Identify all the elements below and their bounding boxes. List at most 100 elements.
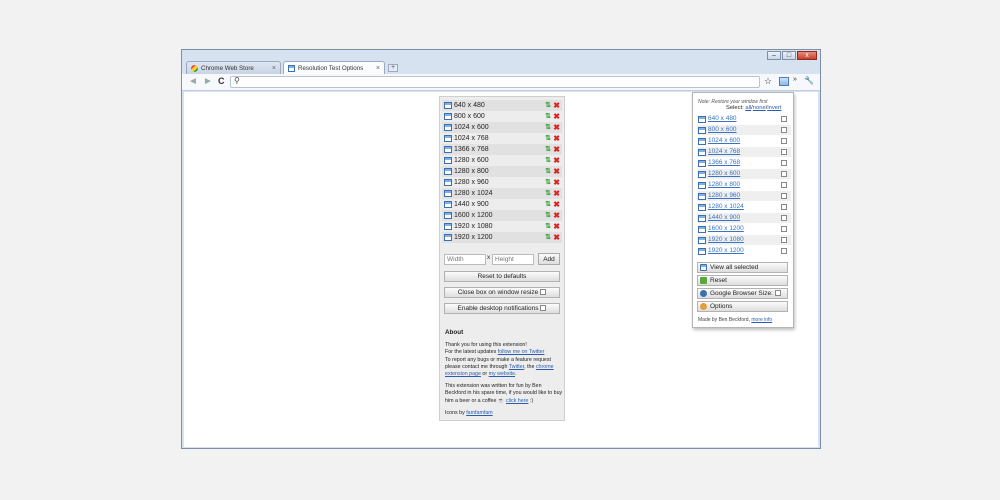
famfamfam-link[interactable]: famfamfam [466,410,493,416]
options-button[interactable]: Options [697,301,788,312]
google-browser-size-button[interactable]: Google Browser Size: [697,288,788,299]
reorder-arrows-icon[interactable]: ⇅ [545,155,551,166]
popup-resolution-row[interactable]: 1280 x 960 [697,191,791,201]
reorder-arrows-icon[interactable]: ⇅ [545,144,551,155]
popup-resolution-checkbox[interactable] [781,182,787,188]
popup-resolution-checkbox[interactable] [781,215,787,221]
popup-resolution-row[interactable]: 1280 x 800 [697,180,791,190]
address-input[interactable] [243,78,753,87]
resolution-row[interactable]: 1280 x 600 ⇅ ✖ [442,155,562,166]
popup-resolution-checkbox[interactable] [781,226,787,232]
bookmark-star-icon[interactable]: ☆ [764,76,772,87]
more-info-link[interactable]: more info [751,317,772,323]
popup-resolution-link[interactable]: 1280 x 1024 [708,203,744,210]
delete-icon[interactable]: ✖ [553,221,560,232]
popup-resolution-checkbox[interactable] [781,127,787,133]
resolution-row[interactable]: 1920 x 1080 ⇅ ✖ [442,221,562,232]
close-box-checkbox[interactable] [540,289,547,296]
resolution-row[interactable]: 1280 x 960 ⇅ ✖ [442,177,562,188]
delete-icon[interactable]: ✖ [553,199,560,210]
popup-resolution-link[interactable]: 1024 x 600 [708,137,740,144]
maximize-button[interactable]: □ [782,51,796,60]
popup-resolution-link[interactable]: 640 x 480 [708,115,737,122]
google-size-checkbox[interactable] [774,290,781,297]
address-bar[interactable]: ⚲ [230,76,760,88]
popup-resolution-link[interactable]: 1280 x 600 [708,170,740,177]
popup-resolution-checkbox[interactable] [781,149,787,155]
reorder-arrows-icon[interactable]: ⇅ [545,188,551,199]
popup-resolution-link[interactable]: 1280 x 800 [708,181,740,188]
forward-icon[interactable]: ► [203,76,213,87]
popup-resolution-row[interactable]: 1280 x 600 [697,169,791,179]
tab-resolution-test-options[interactable]: Resolution Test Options × [283,61,385,74]
popup-resolution-row[interactable]: 800 x 600 [697,125,791,135]
delete-icon[interactable]: ✖ [553,166,560,177]
delete-icon[interactable]: ✖ [553,122,560,133]
resolution-row[interactable]: 1024 x 768 ⇅ ✖ [442,133,562,144]
popup-resolution-checkbox[interactable] [781,204,787,210]
popup-resolution-checkbox[interactable] [781,171,787,177]
reorder-arrows-icon[interactable]: ⇅ [545,166,551,177]
resolution-row[interactable]: 1920 x 1200 ⇅ ✖ [442,232,562,243]
popup-resolution-checkbox[interactable] [781,193,787,199]
popup-resolution-row[interactable]: 1920 x 1200 [697,246,791,256]
select-invert-link[interactable]: invert [767,105,781,111]
tab-chrome-web-store[interactable]: Chrome Web Store × [186,61,281,74]
twitter-link[interactable]: Twitter [509,364,524,370]
popup-resolution-link[interactable]: 1024 x 768 [708,148,740,155]
delete-icon[interactable]: ✖ [553,133,560,144]
popup-resolution-row[interactable]: 640 x 480 [697,114,791,124]
height-input[interactable] [492,254,534,265]
popup-resolution-checkbox[interactable] [781,116,787,122]
wrench-icon[interactable]: 🔧 [804,76,814,85]
reset-button[interactable]: Reset [697,275,788,286]
resolution-row[interactable]: 1280 x 800 ⇅ ✖ [442,166,562,177]
delete-icon[interactable]: ✖ [553,100,560,111]
popup-resolution-link[interactable]: 1280 x 960 [708,192,740,199]
close-box-option[interactable]: Close box on window resize [444,287,560,298]
select-none-link[interactable]: none [753,105,766,111]
add-resolution-button[interactable]: Add [538,253,560,265]
view-all-selected-button[interactable]: View all selected [697,262,788,273]
delete-icon[interactable]: ✖ [553,210,560,221]
my-website-link[interactable]: my website [489,371,516,377]
reorder-arrows-icon[interactable]: ⇅ [545,122,551,133]
overflow-chevron-icon[interactable]: » [793,76,797,83]
reorder-arrows-icon[interactable]: ⇅ [545,177,551,188]
resolution-row[interactable]: 1024 x 600 ⇅ ✖ [442,122,562,133]
twitter-follow-link[interactable]: follow me on Twitter [498,349,545,355]
reorder-arrows-icon[interactable]: ⇅ [545,100,551,111]
delete-icon[interactable]: ✖ [553,111,560,122]
resolution-row[interactable]: 640 x 480 ⇅ ✖ [442,100,562,111]
popup-resolution-link[interactable]: 1600 x 1200 [708,225,744,232]
reorder-arrows-icon[interactable]: ⇅ [545,111,551,122]
donate-link[interactable]: click here [506,398,528,404]
popup-resolution-link[interactable]: 800 x 600 [708,126,737,133]
delete-icon[interactable]: ✖ [553,144,560,155]
desktop-notifications-option[interactable]: Enable desktop notifications [444,303,560,314]
delete-icon[interactable]: ✖ [553,188,560,199]
resolution-row[interactable]: 800 x 600 ⇅ ✖ [442,111,562,122]
popup-resolution-row[interactable]: 1024 x 600 [697,136,791,146]
popup-resolution-row[interactable]: 1366 x 768 [697,158,791,168]
delete-icon[interactable]: ✖ [553,155,560,166]
close-window-button[interactable]: x [797,51,817,60]
popup-resolution-link[interactable]: 1366 x 768 [708,159,740,166]
reorder-arrows-icon[interactable]: ⇅ [545,210,551,221]
new-tab-button[interactable]: + [388,64,398,72]
minimize-button[interactable]: – [767,51,781,60]
back-icon[interactable]: ◄ [188,76,198,87]
delete-icon[interactable]: ✖ [553,177,560,188]
width-input[interactable] [444,254,486,265]
resolution-row[interactable]: 1440 x 900 ⇅ ✖ [442,199,562,210]
resolution-row[interactable]: 1600 x 1200 ⇅ ✖ [442,210,562,221]
popup-resolution-link[interactable]: 1440 x 900 [708,214,740,221]
reorder-arrows-icon[interactable]: ⇅ [545,199,551,210]
resolution-row[interactable]: 1280 x 1024 ⇅ ✖ [442,188,562,199]
reorder-arrows-icon[interactable]: ⇅ [545,221,551,232]
resolution-row[interactable]: 1366 x 768 ⇅ ✖ [442,144,562,155]
resolution-test-extension-icon[interactable] [779,77,789,86]
notifications-checkbox[interactable] [540,305,547,312]
popup-resolution-checkbox[interactable] [781,138,787,144]
reorder-arrows-icon[interactable]: ⇅ [545,133,551,144]
